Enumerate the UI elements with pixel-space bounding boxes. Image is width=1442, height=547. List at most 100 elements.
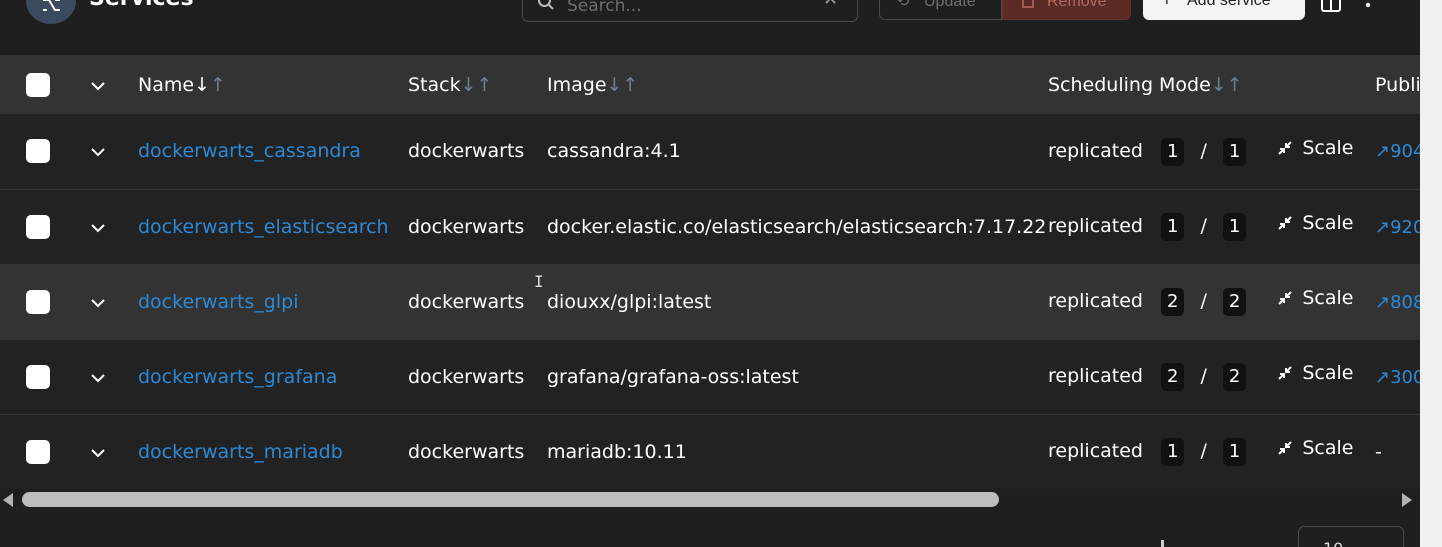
services-icon bbox=[26, 0, 76, 24]
running-replicas: 1 bbox=[1161, 137, 1185, 166]
desired-replicas: 2 bbox=[1222, 287, 1247, 316]
desired-replicas: 2 bbox=[1222, 362, 1247, 391]
scroll-right-arrow-icon[interactable] bbox=[1402, 493, 1412, 507]
image-name: grafana/grafana-oss:latest bbox=[547, 365, 799, 388]
page-title: Services bbox=[89, 0, 194, 11]
stack-name: dockerwarts bbox=[408, 290, 525, 313]
table-row[interactable]: dockerwarts_mariadb dockerwarts mariadb:… bbox=[0, 414, 1420, 489]
table-header-row: Name↓↑ Stack↓↑ Image↓↑ Scheduling Mode↓↑… bbox=[0, 55, 1420, 114]
desired-replicas: 1 bbox=[1222, 212, 1247, 241]
more-options-icon[interactable] bbox=[1362, 0, 1374, 18]
select-all-cell bbox=[0, 55, 76, 114]
published-ports-empty: - bbox=[1375, 440, 1382, 463]
scheduling-mode: replicated bbox=[1048, 365, 1143, 388]
external-link-icon: ↗ bbox=[1375, 216, 1391, 238]
service-name-link[interactable]: dockerwarts_mariadb bbox=[138, 441, 343, 463]
service-name-link[interactable]: dockerwarts_glpi bbox=[138, 291, 298, 313]
scale-label: Scale bbox=[1302, 137, 1354, 159]
scale-button[interactable]: Scale bbox=[1276, 287, 1353, 309]
page-size-select[interactable]: 10 bbox=[1298, 526, 1404, 547]
service-name-link[interactable]: dockerwarts_grafana bbox=[138, 366, 337, 388]
column-header-name[interactable]: Name↓↑ bbox=[138, 55, 408, 114]
expand-all-chevron-icon[interactable] bbox=[90, 74, 106, 96]
external-link-icon: ↗ bbox=[1375, 366, 1391, 388]
row-checkbox[interactable] bbox=[26, 214, 50, 239]
table-row[interactable]: dockerwarts_grafana dockerwarts grafana/… bbox=[0, 339, 1420, 414]
update-button-label: Update bbox=[924, 0, 976, 10]
running-replicas: 2 bbox=[1161, 362, 1185, 391]
scale-label: Scale bbox=[1302, 362, 1354, 385]
replica-separator: / bbox=[1200, 365, 1207, 388]
scale-button[interactable]: Scale bbox=[1276, 212, 1353, 234]
select-all-checkbox[interactable] bbox=[26, 72, 50, 97]
text-cursor-icon: I bbox=[534, 272, 544, 291]
vertical-scrollbar[interactable] bbox=[1420, 0, 1442, 547]
image-name: mariadb:10.11 bbox=[547, 440, 687, 463]
expand-row-chevron-icon[interactable] bbox=[90, 216, 106, 238]
expand-row-chevron-icon[interactable] bbox=[90, 366, 106, 388]
search-icon bbox=[537, 0, 555, 15]
running-replicas: 2 bbox=[1161, 287, 1185, 316]
refresh-icon: ⟲ bbox=[896, 0, 910, 10]
scrollbar-thumb[interactable] bbox=[22, 492, 999, 507]
search-box[interactable]: ✕ bbox=[522, 0, 858, 22]
column-header-stack[interactable]: Stack↓↑ bbox=[408, 55, 547, 114]
replica-separator: / bbox=[1200, 140, 1207, 162]
table-row[interactable]: dockerwarts_cassandra dockerwarts cassan… bbox=[0, 114, 1420, 189]
pagination-indicator bbox=[1161, 540, 1164, 547]
expand-all-cell bbox=[76, 55, 138, 114]
expand-row-chevron-icon[interactable] bbox=[90, 140, 106, 162]
published-port-link[interactable]: ↗904 bbox=[1375, 141, 1420, 162]
stack-name: dockerwarts bbox=[408, 365, 525, 388]
plus-icon: + bbox=[1161, 0, 1173, 11]
table-row[interactable]: dockerwarts_glpi dockerwarts diouxx/glpi… bbox=[0, 264, 1420, 339]
row-checkbox[interactable] bbox=[26, 139, 50, 164]
scale-button[interactable]: Scale bbox=[1276, 437, 1353, 459]
scheduling-mode: replicated bbox=[1048, 215, 1143, 238]
column-header-scheduling-mode[interactable]: Scheduling Mode↓↑ bbox=[1048, 55, 1375, 114]
scroll-left-arrow-icon[interactable] bbox=[3, 493, 13, 507]
add-service-button[interactable]: + Add service bbox=[1143, 0, 1305, 20]
running-replicas: 1 bbox=[1161, 437, 1185, 466]
stack-name: dockerwarts bbox=[408, 215, 525, 238]
table-row[interactable]: dockerwarts_elasticsearch dockerwarts do… bbox=[0, 189, 1420, 264]
search-input[interactable] bbox=[567, 0, 817, 21]
replica-separator: / bbox=[1200, 440, 1207, 463]
scale-button[interactable]: Scale bbox=[1276, 362, 1353, 384]
add-service-button-label: Add service bbox=[1187, 0, 1271, 9]
image-name: docker.elastic.co/elasticsearch/elastics… bbox=[547, 215, 1047, 238]
update-button[interactable]: ⟲ Update bbox=[879, 0, 1002, 20]
scale-button[interactable]: Scale bbox=[1276, 137, 1353, 159]
columns-settings-icon[interactable] bbox=[1320, 0, 1342, 18]
published-port-link[interactable]: ↗300 bbox=[1375, 367, 1420, 388]
service-name-link[interactable]: dockerwarts_cassandra bbox=[138, 140, 361, 162]
minimize-arrows-icon bbox=[1278, 291, 1293, 305]
horizontal-scrollbar[interactable] bbox=[0, 489, 1420, 511]
scale-label: Scale bbox=[1302, 212, 1354, 235]
expand-row-chevron-icon[interactable] bbox=[90, 291, 106, 313]
remove-button-label: Remove bbox=[1047, 0, 1107, 10]
replica-separator: / bbox=[1200, 215, 1207, 238]
scale-label: Scale bbox=[1302, 287, 1354, 310]
services-table: Name↓↑ Stack↓↑ Image↓↑ Scheduling Mode↓↑… bbox=[0, 55, 1420, 489]
column-header-image[interactable]: Image↓↑ bbox=[547, 55, 1048, 114]
stack-name: dockerwarts bbox=[408, 140, 525, 163]
clear-search-icon[interactable]: ✕ bbox=[823, 0, 838, 10]
remove-button[interactable]: Remove bbox=[1002, 0, 1131, 20]
expand-row-chevron-icon[interactable] bbox=[90, 441, 106, 463]
external-link-icon: ↗ bbox=[1375, 291, 1391, 313]
external-link-icon: ↗ bbox=[1375, 141, 1391, 163]
scheduling-mode: replicated bbox=[1048, 440, 1143, 463]
scale-label: Scale bbox=[1302, 437, 1354, 460]
sort-icon: ↓↑ bbox=[460, 73, 493, 96]
published-port-link[interactable]: ↗920 bbox=[1375, 217, 1420, 238]
row-checkbox[interactable] bbox=[26, 364, 50, 389]
service-name-link[interactable]: dockerwarts_elasticsearch bbox=[138, 216, 389, 238]
row-checkbox[interactable] bbox=[26, 289, 50, 314]
column-header-published-ports[interactable]: Publi bbox=[1375, 55, 1420, 114]
stack-name: dockerwarts bbox=[408, 440, 525, 463]
row-checkbox[interactable] bbox=[26, 439, 50, 464]
published-port-link[interactable]: ↗808 bbox=[1375, 292, 1420, 313]
scheduling-mode: replicated bbox=[1048, 140, 1143, 162]
minimize-arrows-icon bbox=[1278, 216, 1293, 230]
